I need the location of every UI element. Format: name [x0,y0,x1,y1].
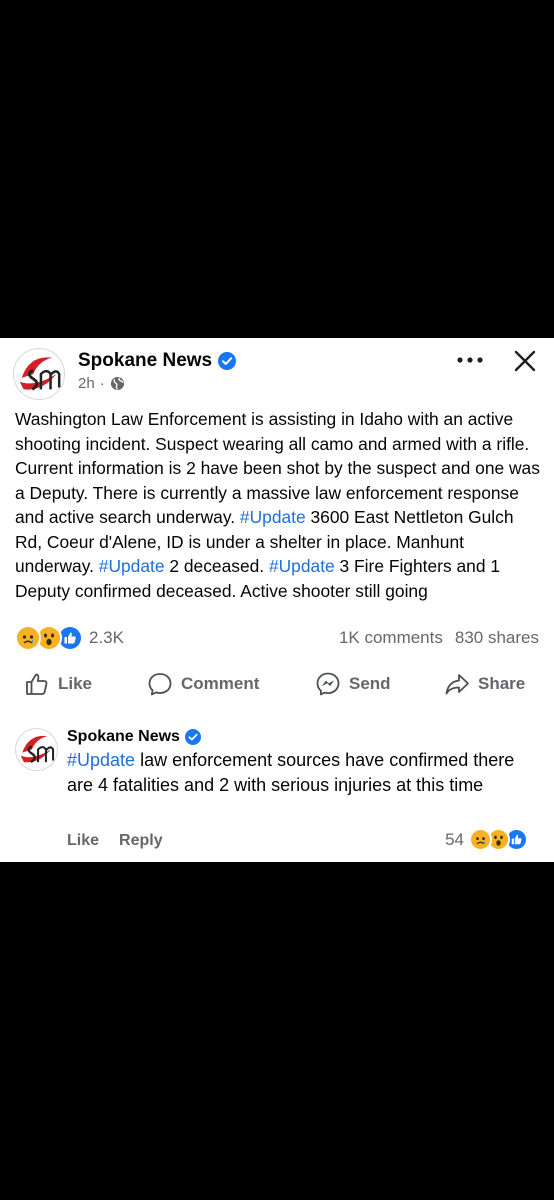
hashtag-link[interactable]: #Update [240,507,306,527]
messenger-icon [315,671,341,697]
comment-reaction-count: 54 [445,829,464,849]
globe-icon [110,376,125,391]
comment-text-segment: law enforcement sources have confirmed t… [67,750,515,795]
reactions-count-button[interactable]: 2.3K [15,625,124,651]
page-avatar[interactable] [13,348,65,400]
post-time[interactable]: 2h [78,375,95,392]
page-name-text[interactable]: Spokane News [78,350,212,372]
send-label: Send [349,674,391,693]
comment-like-button[interactable]: Like [67,832,99,850]
comment-button[interactable]: Comment [147,668,259,700]
spokane-news-logo [16,729,57,770]
comment-reactions[interactable]: 54 [445,828,528,851]
comment-author-name[interactable]: Spokane News [67,728,180,746]
verified-badge-icon [184,729,201,745]
share-arrow-icon [444,671,470,697]
hashtag-link[interactable]: #Update [99,556,165,576]
close-icon[interactable] [512,348,538,374]
thumbs-up-icon [24,671,50,697]
post-text-segment: 2 deceased. [164,556,269,576]
share-label: Share [478,674,526,693]
share-button[interactable]: Share [444,668,525,700]
comment-author[interactable]: Spokane News [67,728,201,746]
comment-avatar[interactable] [15,728,58,771]
sad-reaction-icon [15,625,41,651]
verified-badge-icon [218,352,237,370]
post-meta: 2h · [78,375,125,392]
comment-label: Comment [181,674,260,693]
shares-count[interactable]: 830 shares [455,628,539,648]
reactions-summary: 2.3K 1K comments 830 shares [15,625,539,651]
like-label: Like [58,674,93,693]
reaction-emoji-stack [15,625,83,651]
engagement-counts: 1K comments 830 shares [339,628,539,648]
comment-actions: Like Reply [67,832,163,850]
comment-body: #Update law enforcement sources have con… [67,748,537,798]
meta-separator: · [99,375,105,392]
post-actions-bar: Like Comment Send Share [0,668,554,700]
comments-count[interactable]: 1K comments [339,628,443,648]
hashtag-link[interactable]: #Update [269,556,335,576]
like-button[interactable]: Like [24,668,92,700]
more-options-icon[interactable] [452,352,488,368]
post-body: Washington Law Enforcement is assisting … [15,407,545,603]
page-name[interactable]: Spokane News [78,350,237,372]
hashtag-link[interactable]: #Update [67,750,135,770]
comment-bubble-icon [147,671,173,697]
sad-reaction-icon [469,828,492,851]
post-card: Spokane News 2h · Washington Law Enforce… [0,338,554,862]
reaction-count[interactable]: 2.3K [89,628,124,648]
comment-reply-button[interactable]: Reply [119,832,163,850]
comment-reaction-emoji-stack [469,828,528,851]
send-button[interactable]: Send [315,668,391,700]
spokane-news-logo [14,349,64,399]
